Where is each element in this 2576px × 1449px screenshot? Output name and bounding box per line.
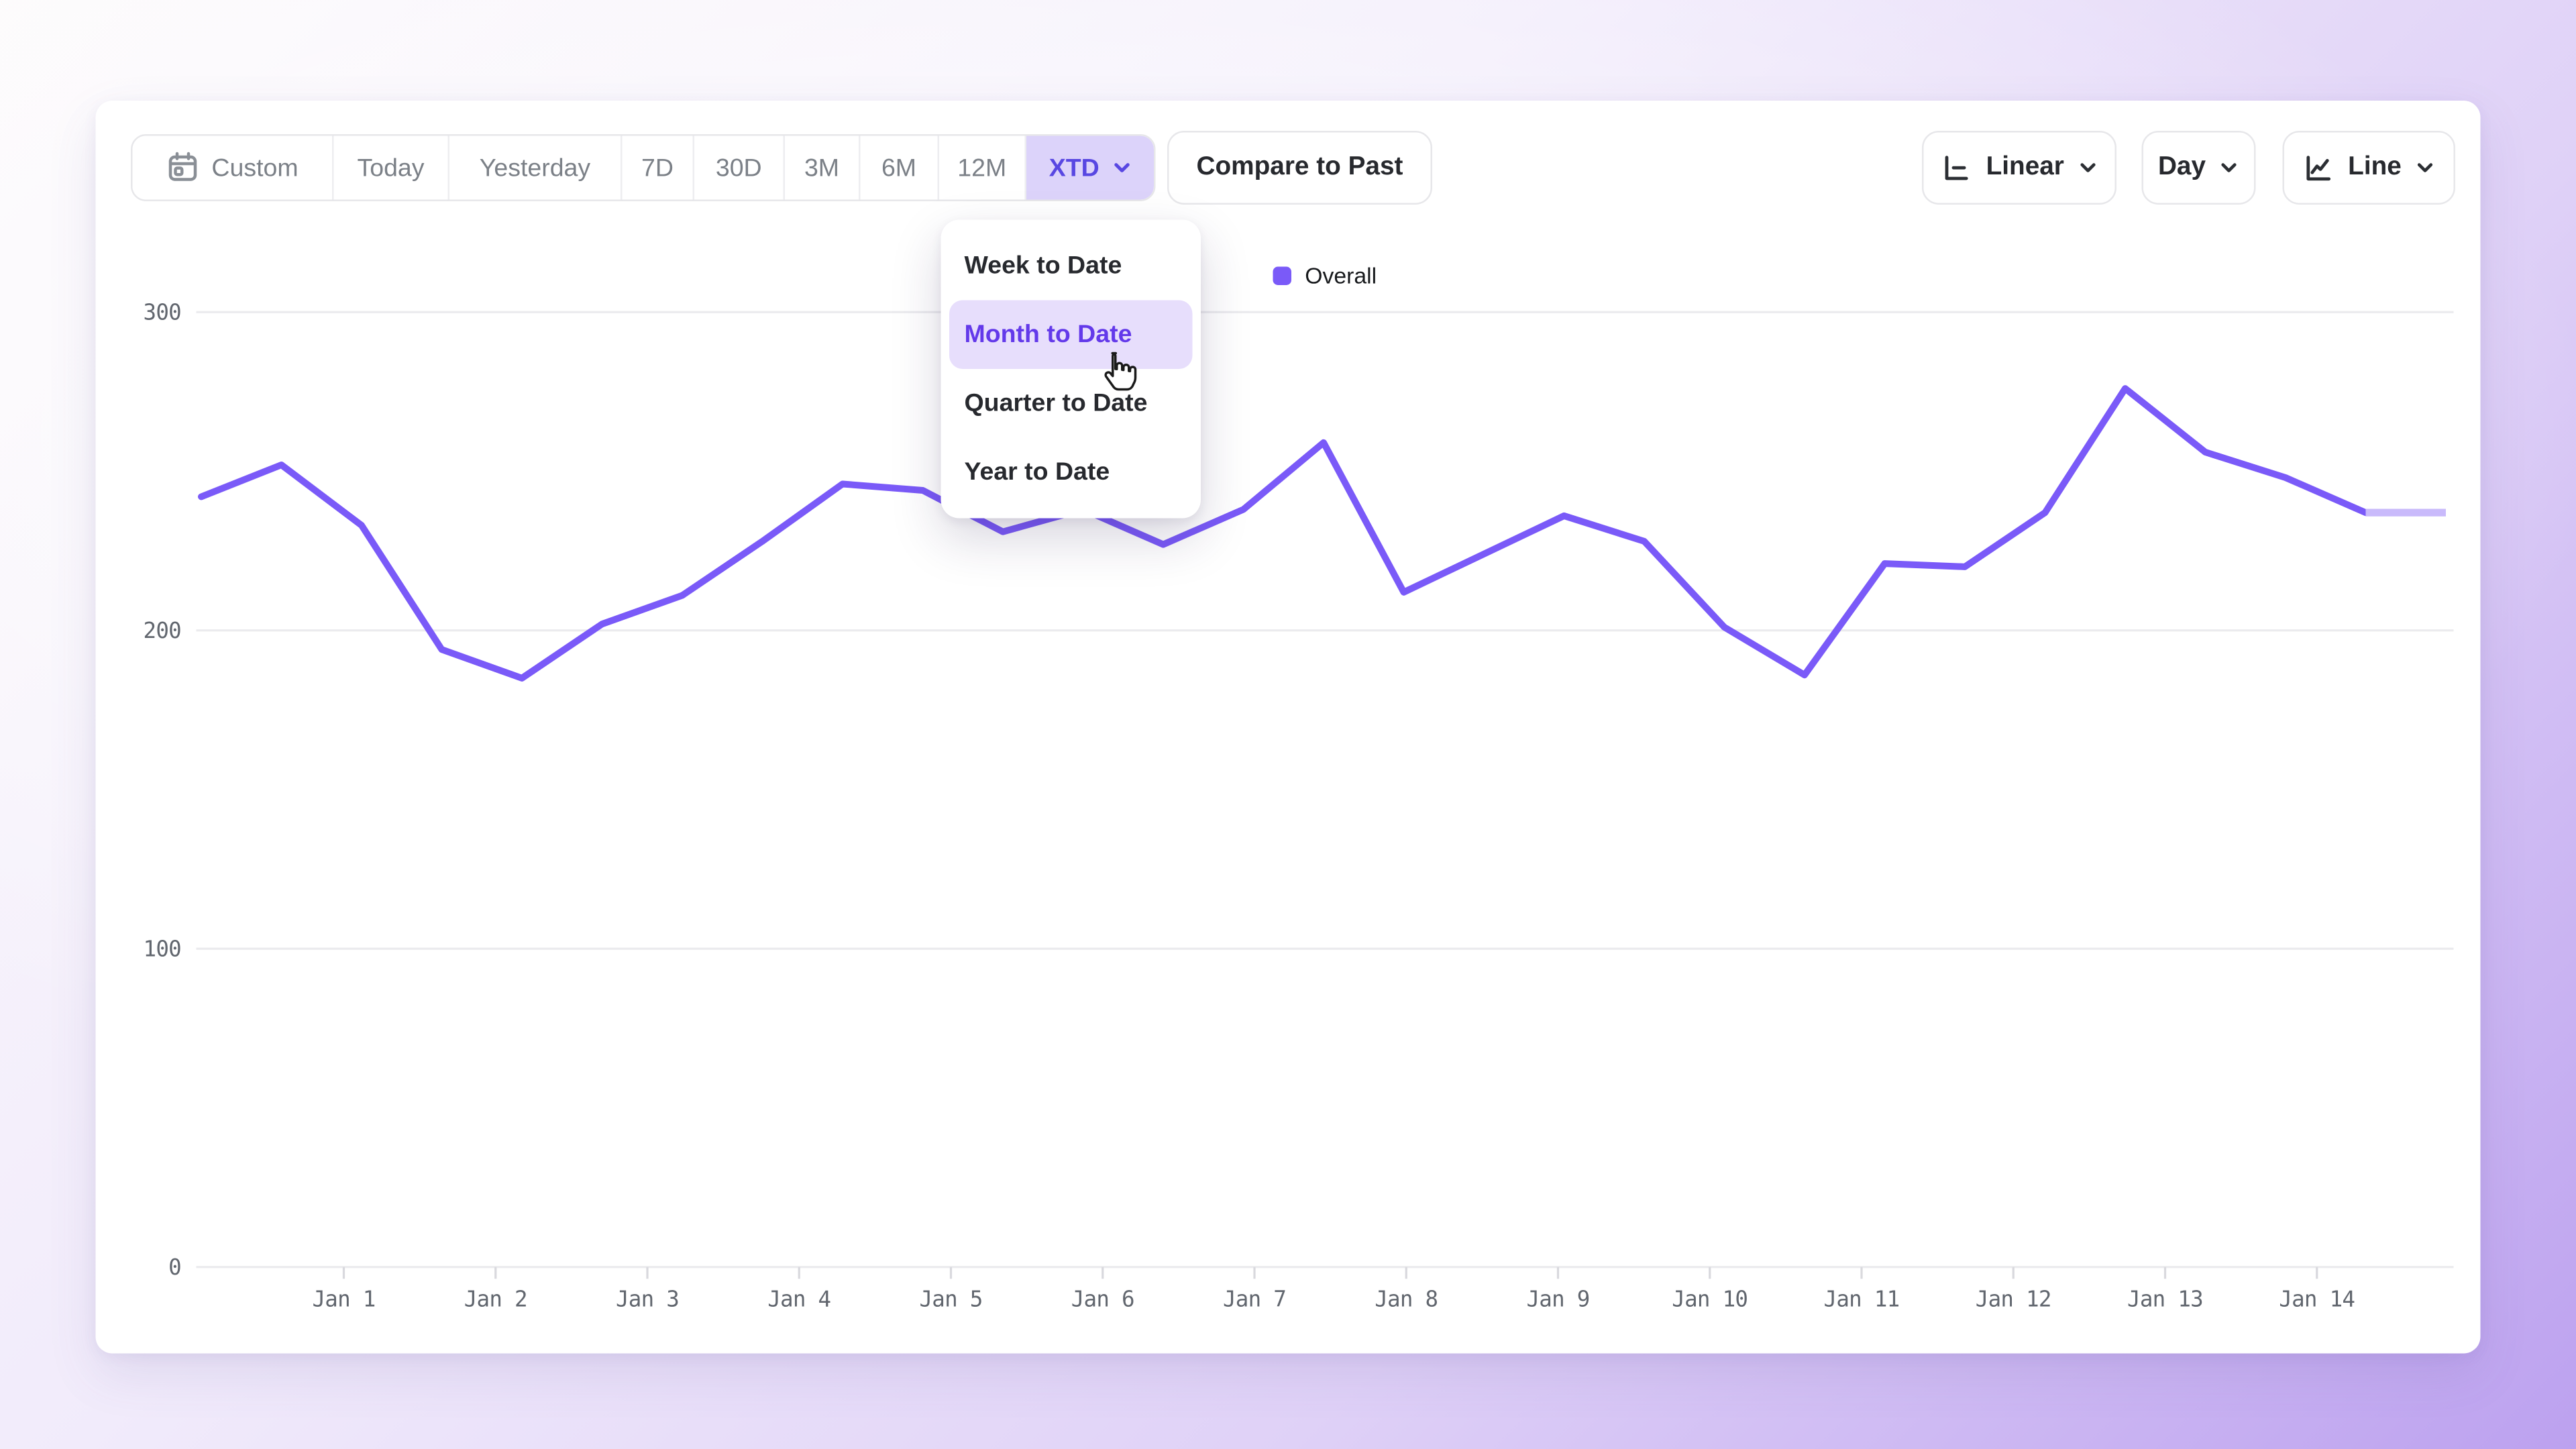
x-axis-label: Jan 3 [616,1287,679,1312]
x-axis-label: Jan 4 [767,1287,830,1312]
x-axis-label: Jan 13 [2127,1287,2203,1312]
menu-item-quarter-to-date[interactable]: Quarter to Date [941,369,1201,438]
y-axis-label: 200 [144,618,181,643]
x-axis-label: Jan 1 [312,1287,375,1312]
y-axis-label: 300 [144,300,181,325]
x-axis-label: Jan 7 [1223,1287,1286,1312]
x-axis-label: Jan 5 [919,1287,982,1312]
insight-card: CustomTodayYesterday7D30D3M6M12MXTD Comp… [96,101,2481,1354]
x-axis-label: Jan 12 [1976,1287,2051,1312]
y-axis-label: 100 [144,936,181,962]
x-axis-label: Jan 14 [2279,1287,2355,1312]
x-axis-label: Jan 11 [1824,1287,1900,1312]
line-chart[interactable]: 300 200 100 0 Jan 1 Jan 2 Jan 3 Jan 4 Jan 5 Jan 6… [96,101,2481,1354]
cursor-pointer-icon [1097,351,1140,398]
date-options-menu: Week to DateMonth to DateQuarter to Date… [941,220,1201,519]
x-axis-label: Jan 6 [1071,1287,1134,1312]
menu-item-week-to-date[interactable]: Week to Date [941,231,1201,301]
series-line-overall [201,388,2366,678]
x-axis-label: Jan 2 [464,1287,527,1312]
screen-background: CustomTodayYesterday7D30D3M6M12MXTD Comp… [0,0,2576,1449]
menu-item-year-to-date[interactable]: Year to Date [941,438,1201,507]
x-axis-label: Jan 9 [1526,1287,1589,1312]
x-axis-label: Jan 10 [1672,1287,1748,1312]
menu-item-month-to-date[interactable]: Month to Date [949,301,1193,370]
x-axis-label: Jan 8 [1375,1287,1438,1312]
y-axis-label: 0 [168,1254,181,1280]
